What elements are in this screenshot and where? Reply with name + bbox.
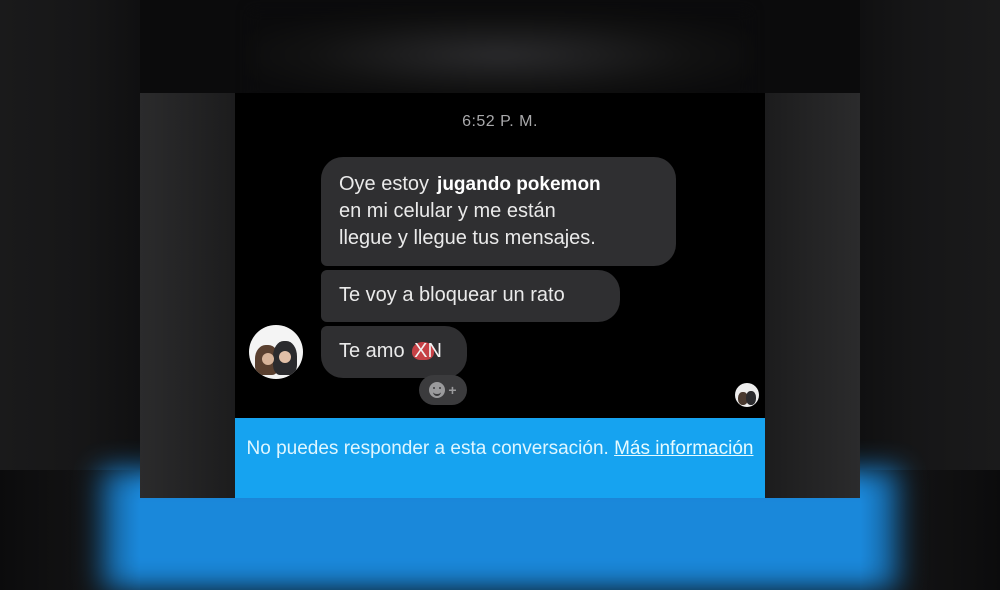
background-glow <box>250 10 750 100</box>
message-line-1: Oye estoy jugando pokemon <box>339 171 658 198</box>
message-bubble-1[interactable]: Oye estoy jugando pokemon en mi celular y… <box>321 157 676 266</box>
emoji-text: XN <box>414 340 442 362</box>
more-info-link[interactable]: Más información <box>614 438 753 459</box>
message-text-prefix: Oye estoy <box>339 173 430 195</box>
message-line-2: en mi celular y me están <box>339 200 556 222</box>
plus-icon: + <box>448 382 457 398</box>
blocked-notice: No puedes responder a esta conversación.… <box>245 436 755 461</box>
add-reaction-button[interactable]: + <box>419 375 467 405</box>
message-text: Te voy a bloquear un rato <box>339 284 565 306</box>
broken-heart-emoji: XN <box>412 338 442 365</box>
contact-avatar[interactable] <box>249 325 303 379</box>
notice-text: No puedes responder a esta conversación. <box>246 438 609 459</box>
chat-screen: 6:52 P. M. Oye estoy jugando pokemon en m… <box>235 93 765 498</box>
seen-avatar <box>735 383 759 407</box>
message-text: Te amo <box>339 340 405 362</box>
message-bubble-3[interactable]: Te amo XN <box>321 326 467 378</box>
message-timestamp: 6:52 P. M. <box>462 113 538 130</box>
screen-left-margin <box>140 93 235 498</box>
message-bubble-2[interactable]: Te voy a bloquear un rato <box>321 270 620 322</box>
screen-right-margin <box>765 93 860 498</box>
blocked-notice-bar: No puedes responder a esta conversación.… <box>235 418 765 498</box>
message-line-3: llegue y llegue tus mensajes. <box>339 227 596 249</box>
overlay-caption: jugando pokemon <box>437 174 601 195</box>
smiley-icon <box>429 382 446 398</box>
